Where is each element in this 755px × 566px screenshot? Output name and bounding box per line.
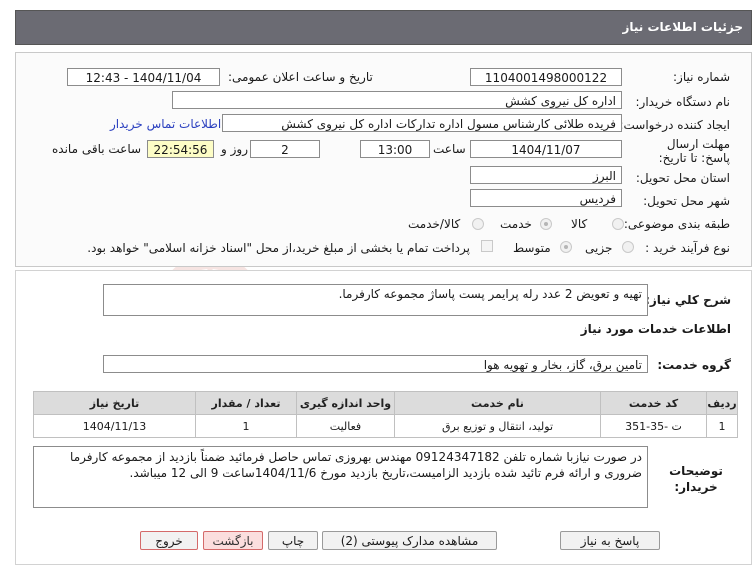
col-need-date: تاریخ نیاز: [33, 391, 196, 415]
deadline-time-label: ساعت: [433, 142, 466, 156]
need-number-field[interactable]: 1104001498000122: [470, 68, 622, 86]
col-row-number: ردیف: [706, 391, 738, 415]
remaining-time-field: 22:54:56: [147, 140, 214, 158]
city-field[interactable]: فردیس: [470, 189, 622, 207]
announce-datetime-field[interactable]: 1404/11/04 - 12:43: [67, 68, 220, 86]
description-field[interactable]: تهیه و تعویض 2 عدد رله پرایمر پست پاساژ …: [103, 284, 648, 316]
service-group-field[interactable]: تامین برق، گاز، بخار و تهویه هوا: [103, 355, 648, 373]
category-radio-goods-service[interactable]: [472, 218, 484, 230]
page-title: جزئیات اطلاعات نیاز: [622, 20, 743, 34]
services-table-header: ردیف کد خدمت نام خدمت واحد اندازه گیری ت…: [33, 391, 738, 415]
print-button[interactable]: چاپ: [268, 531, 318, 550]
cell-service-name: تولید، انتقال و توزیع برق: [394, 414, 601, 438]
category-option-goods: کالا: [571, 217, 588, 231]
province-label: استان محل تحویل:: [635, 171, 730, 185]
back-button[interactable]: بازگشت: [203, 531, 263, 550]
buyer-contact-link[interactable]: اطلاعات تماس خریدار: [110, 117, 221, 131]
buyer-org-field[interactable]: اداره کل نیروی کشش: [172, 91, 622, 109]
process-radio-medium[interactable]: [560, 241, 572, 253]
category-option-service: خدمت: [500, 217, 532, 231]
treasury-bonds-checkbox[interactable]: [481, 240, 493, 252]
process-radio-minor[interactable]: [622, 241, 634, 253]
buyer-notes-field[interactable]: در صورت نیازبا شماره تلفن 09124347182 مه…: [33, 446, 648, 508]
services-table: ردیف کد خدمت نام خدمت واحد اندازه گیری ت…: [33, 391, 738, 438]
table-row: 1 ت -35-351 تولید، انتقال و توزیع برق فع…: [33, 414, 738, 438]
col-service-code: کد خدمت: [600, 391, 707, 415]
category-label: طبقه بندی موضوعی:: [623, 217, 730, 231]
service-group-label: گروه خدمت:: [657, 358, 731, 372]
need-number-label: شماره نیاز:: [673, 70, 730, 84]
services-section-title: اطلاعات خدمات مورد نیاز: [580, 322, 731, 336]
deadline-date-field[interactable]: 1404/11/07: [470, 140, 622, 158]
cell-row-number: 1: [706, 414, 738, 438]
description-label: شرح کلي نياز:: [645, 293, 731, 307]
view-attachments-button[interactable]: مشاهده مدارک پیوستی (2): [322, 531, 497, 550]
process-option-medium: متوسط: [513, 241, 551, 255]
col-service-name: نام خدمت: [394, 391, 601, 415]
col-quantity: تعداد / مقدار: [195, 391, 297, 415]
cell-quantity: 1: [195, 414, 297, 438]
process-type-label: نوع فرآیند خرید :: [645, 241, 730, 255]
cell-need-date: 1404/11/13: [33, 414, 196, 438]
col-unit: واحد اندازه گیری: [296, 391, 395, 415]
announce-datetime-label: تاریخ و ساعت اعلان عمومی:: [228, 70, 373, 84]
cell-service-code: ت -35-351: [600, 414, 707, 438]
days-field[interactable]: 2: [250, 140, 320, 158]
buyer-notes-label: توضیحات خریدار:: [669, 464, 723, 494]
remaining-time-label: ساعت باقی مانده: [52, 142, 142, 156]
days-label: روز و: [221, 142, 248, 156]
cell-unit: فعالیت: [296, 414, 395, 438]
exit-button[interactable]: خروج: [140, 531, 198, 550]
creator-label: ایجاد کننده درخواست:: [619, 118, 730, 132]
deadline-label: مهلت ارسال پاسخ: تا تاریخ:: [658, 137, 730, 165]
category-radio-goods[interactable]: [612, 218, 624, 230]
process-option-minor: جزیی: [585, 241, 613, 255]
category-option-goods-service: کالا/خدمت: [408, 217, 461, 231]
category-radio-service[interactable]: [540, 218, 552, 230]
buyer-org-label: نام دستگاه خریدار:: [635, 95, 731, 109]
page-header: جزئیات اطلاعات نیاز: [15, 10, 752, 45]
reply-button[interactable]: پاسخ به نیاز: [560, 531, 660, 550]
city-label: شهر محل تحویل:: [643, 194, 730, 208]
deadline-time-field[interactable]: 13:00: [360, 140, 430, 158]
province-field[interactable]: البرز: [470, 166, 622, 184]
creator-field[interactable]: فریده طلائی کارشناس مسول اداره تدارکات ا…: [222, 114, 622, 132]
payment-note: پرداخت تمام یا بخشی از مبلغ خرید،از محل …: [87, 241, 470, 255]
